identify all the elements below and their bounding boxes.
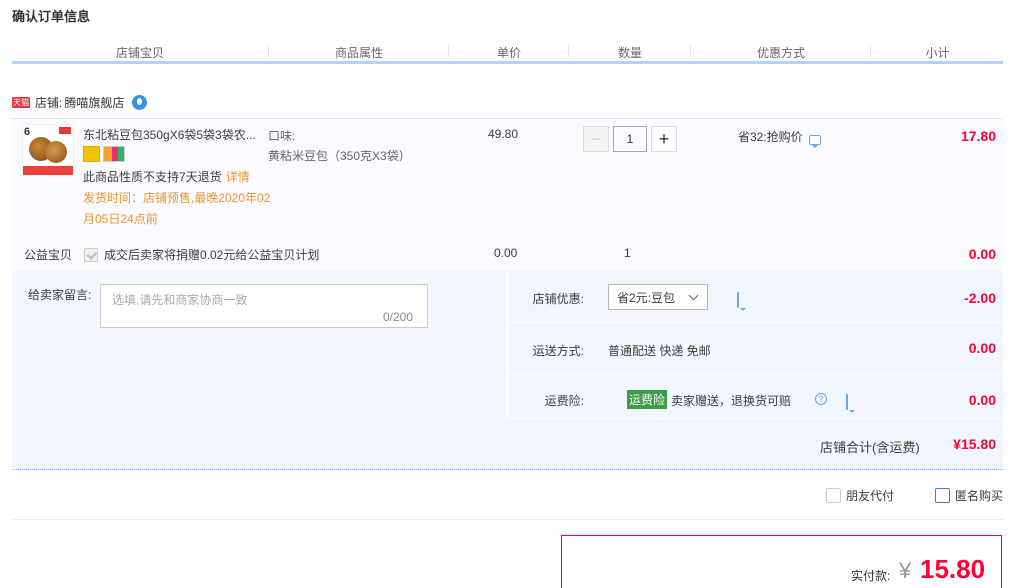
decrease-quantity-button[interactable]: − xyxy=(583,126,609,152)
message-label: 给卖家留言: xyxy=(28,288,92,302)
friend-pay-option[interactable]: 朋友代付 xyxy=(826,487,894,504)
service-badges xyxy=(83,146,125,162)
return-note-text: 此商品性质不支持7天退货 xyxy=(83,170,222,184)
detail-divider xyxy=(508,374,1002,375)
shop-discount-select[interactable]: 省2元:豆包 xyxy=(608,284,708,310)
help-icon[interactable]: ? xyxy=(815,393,827,405)
ship-time-note: 发货时间：店铺预售,最晚2020年02月05日24点前 xyxy=(83,191,271,226)
shipping-method: 普通配送 快递 免邮 xyxy=(608,344,711,358)
header-attributes: 商品属性 xyxy=(334,46,383,60)
header-divider xyxy=(268,45,269,57)
friend-pay-checkbox[interactable] xyxy=(826,488,841,503)
anonymous-option[interactable]: 匿名购买 xyxy=(935,487,1003,504)
attr-value: 黄粘米豆包（350克X3袋） xyxy=(268,149,411,163)
friend-pay-label: 朋友代付 xyxy=(846,489,895,503)
detail-divider xyxy=(508,322,1002,323)
attr-label: 口味: xyxy=(268,129,296,143)
shipping-label: 运送方式: xyxy=(532,344,584,358)
tmall-badge-icon: 天猫 xyxy=(12,96,30,108)
header-quantity: 数量 xyxy=(617,46,642,60)
item-subtotal: 17.80 xyxy=(960,128,996,144)
insurance-value: 0.00 xyxy=(968,392,996,408)
header-unit-price: 单价 xyxy=(496,46,521,60)
table-header: 店铺宝贝 商品属性 单价 数量 优惠方式 小计 xyxy=(12,40,1003,64)
service-badge-icon[interactable] xyxy=(83,146,100,162)
return-detail-link[interactable]: 详情 xyxy=(226,170,250,184)
charity-quantity: 1 xyxy=(624,246,631,260)
quantity-stepper: − 1 + xyxy=(583,126,677,152)
thumb-deco xyxy=(59,127,71,134)
thumb-deco xyxy=(23,166,73,175)
anonymous-checkbox[interactable] xyxy=(935,488,950,503)
payment-amount: 15.80 xyxy=(920,554,986,584)
shop-total-label: 店铺合计(含运费) xyxy=(820,440,920,455)
payment-label: 实付款: xyxy=(851,569,891,583)
header-divider xyxy=(870,45,871,57)
anonymous-label: 匿名购买 xyxy=(955,489,1004,503)
shipping-value: 0.00 xyxy=(968,340,996,356)
thumb-deco xyxy=(45,141,67,163)
charity-label: 公益宝贝 xyxy=(24,248,73,262)
shop-line: 天猫 店铺: 腾喵旗舰店 xyxy=(12,92,148,112)
charity-subtotal: 0.00 xyxy=(968,246,996,262)
insurance-label: 运费险: xyxy=(544,394,584,408)
header-divider xyxy=(448,45,449,57)
insurance-badge: 运费险 xyxy=(627,390,668,409)
promo-detail-icon[interactable] xyxy=(808,134,821,148)
header-divider xyxy=(568,45,569,57)
shop-discount-label: 店铺优惠: xyxy=(532,292,584,306)
message-placeholder: 选填,请先和商家协商一致 xyxy=(112,293,248,307)
header-discount: 优惠方式 xyxy=(756,46,805,60)
header-divider xyxy=(690,45,691,57)
credit-card-icon[interactable] xyxy=(103,146,125,162)
unit-price: 49.80 xyxy=(488,127,519,141)
quantity-input[interactable]: 1 xyxy=(613,126,647,152)
charity-text: 成交后卖家将捐赠0.02元给公益宝贝计划 xyxy=(104,248,320,262)
wangwang-chat-icon[interactable] xyxy=(132,94,148,110)
promo-text: 省32:抢购价 xyxy=(738,130,803,144)
shop-total-value: ¥15.80 xyxy=(953,436,996,452)
insurance-text: 卖家赠送，退换货可赔 xyxy=(671,394,792,408)
product-attributes: 口味: 黄粘米豆包（350克X3袋） xyxy=(268,126,438,166)
product-thumbnail[interactable]: 6 xyxy=(22,124,74,176)
detail-divider xyxy=(508,418,1002,419)
message-char-count: 0/200 xyxy=(383,310,414,324)
section-divider xyxy=(12,519,1003,520)
thumb-deco: 6 xyxy=(24,126,31,138)
shop-label: 店铺: xyxy=(35,95,63,110)
chevron-down-icon xyxy=(688,290,699,301)
charity-price: 0.00 xyxy=(494,246,518,260)
charity-checkbox xyxy=(84,248,98,262)
promotion-info: 省32:抢购价 xyxy=(738,128,821,148)
header-subtotal: 小计 xyxy=(925,46,950,60)
page-title: 确认订单信息 xyxy=(12,9,91,24)
header-shop-item: 店铺宝贝 xyxy=(115,46,164,60)
shop-name-link[interactable]: 腾喵旗舰店 xyxy=(64,94,124,111)
shop-discount-value: -2.00 xyxy=(964,290,996,306)
return-policy-note: 此商品性质不支持7天退货 详情 xyxy=(83,168,250,185)
shop-discount-selected: 省2元:豆包 xyxy=(617,290,676,305)
product-name-link[interactable]: 东北粘豆包350gX6袋5袋3袋农... xyxy=(83,126,267,143)
payment-currency: ¥ xyxy=(899,558,912,583)
increase-quantity-button[interactable]: + xyxy=(651,126,677,152)
